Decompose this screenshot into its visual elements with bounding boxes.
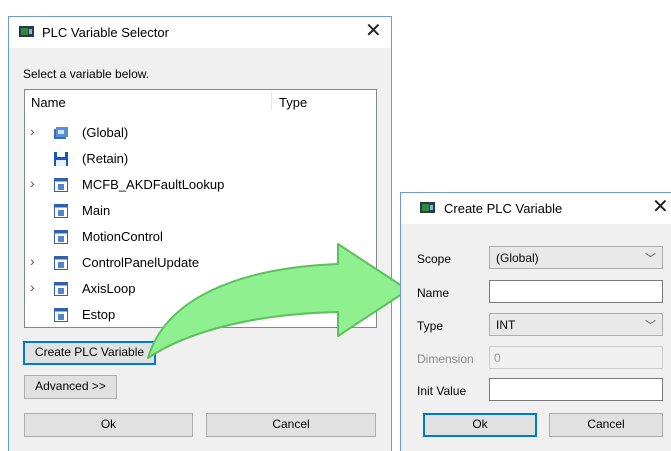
dimension-label: Dimension [417,352,474,366]
create-plc-variable-dialog: Create PLC Variable ✕ Scope (Global) ﹀ N… [400,192,671,451]
create-ok-button[interactable]: Ok [423,413,537,437]
type-value: INT [496,318,516,332]
dimension-value: 0 [494,351,501,365]
scope-value: (Global) [496,251,539,265]
type-select[interactable]: INT ﹀ [489,313,663,336]
app-icon [420,202,435,213]
dimension-input: 0 [489,346,663,369]
name-label: Name [417,286,450,300]
create-title: Create PLC Variable [444,201,563,216]
curved-arrow-icon [147,243,409,359]
scope-select[interactable]: (Global) ﹀ [489,246,663,269]
type-label: Type [417,319,444,333]
create-titlebar: Create PLC Variable ✕ [401,193,671,224]
create-cancel-button[interactable]: Cancel [549,413,663,437]
scope-label: Scope [417,252,452,266]
init-value-input[interactable] [489,378,663,401]
init-value-label: Init Value [417,384,467,398]
chevron-down-icon: ﹀ [645,253,656,265]
name-input[interactable] [489,280,663,303]
create-close-icon[interactable]: ✕ [652,195,669,219]
chevron-down-icon: ﹀ [645,320,656,332]
